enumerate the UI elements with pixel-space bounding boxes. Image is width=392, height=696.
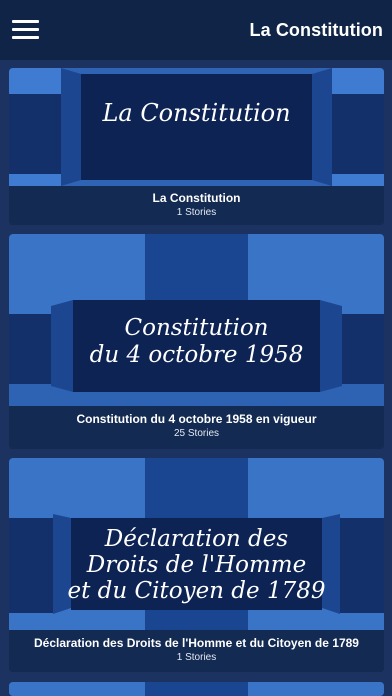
collection-card-la-constitution[interactable]: La Constitution La Constitution 1 Storie…	[9, 68, 384, 225]
card-banner-image: Constitution du 4 octobre 1958	[9, 234, 384, 406]
story-count: 25 Stories	[173, 428, 220, 439]
app-bar: La Constitution	[0, 0, 392, 60]
menu-icon-bar	[12, 20, 39, 23]
banner-line: du 4 octobre 1958	[90, 342, 304, 368]
collection-title: La Constitution	[152, 191, 241, 205]
card-caption: Déclaration des Droits de l'Homme et du …	[9, 630, 384, 672]
banner-graphic	[9, 682, 384, 696]
card-banner-image: Déclaration des Droits de l'Homme et du …	[9, 458, 384, 630]
banner-line: La Constitution	[101, 99, 290, 127]
story-count: 1 Stories	[176, 207, 217, 218]
collection-title: Constitution du 4 octobre 1958 en vigueu…	[76, 412, 317, 426]
collection-card-partial[interactable]	[9, 682, 384, 696]
collection-title: Déclaration des Droits de l'Homme et du …	[34, 636, 359, 650]
banner-graphic: Déclaration des Droits de l'Homme et du …	[9, 458, 384, 630]
page-title: La Constitution	[249, 19, 383, 40]
collection-card-constitution-1958[interactable]: Constitution du 4 octobre 1958 Constitut…	[9, 234, 384, 449]
collection-card-declaration-1789[interactable]: Déclaration des Droits de l'Homme et du …	[9, 458, 384, 672]
banner-line: Constitution	[125, 315, 269, 341]
card-caption: Constitution du 4 octobre 1958 en vigueu…	[9, 406, 384, 449]
menu-icon-bar	[12, 36, 39, 39]
banner-graphic: La Constitution	[9, 68, 384, 186]
story-collection-list[interactable]: La Constitution La Constitution 1 Storie…	[0, 60, 392, 696]
banner-line: et du Citoyen de 1789	[68, 578, 326, 604]
story-count: 1 Stories	[176, 652, 217, 663]
banner-line: Déclaration des	[104, 526, 289, 552]
card-caption: La Constitution 1 Stories	[9, 186, 384, 225]
banner-graphic: Constitution du 4 octobre 1958	[9, 234, 384, 406]
hamburger-menu-icon[interactable]	[12, 20, 40, 40]
menu-icon-bar	[12, 28, 39, 31]
card-banner-image: La Constitution	[9, 68, 384, 186]
banner-line: Droits de l'Homme	[86, 552, 306, 578]
